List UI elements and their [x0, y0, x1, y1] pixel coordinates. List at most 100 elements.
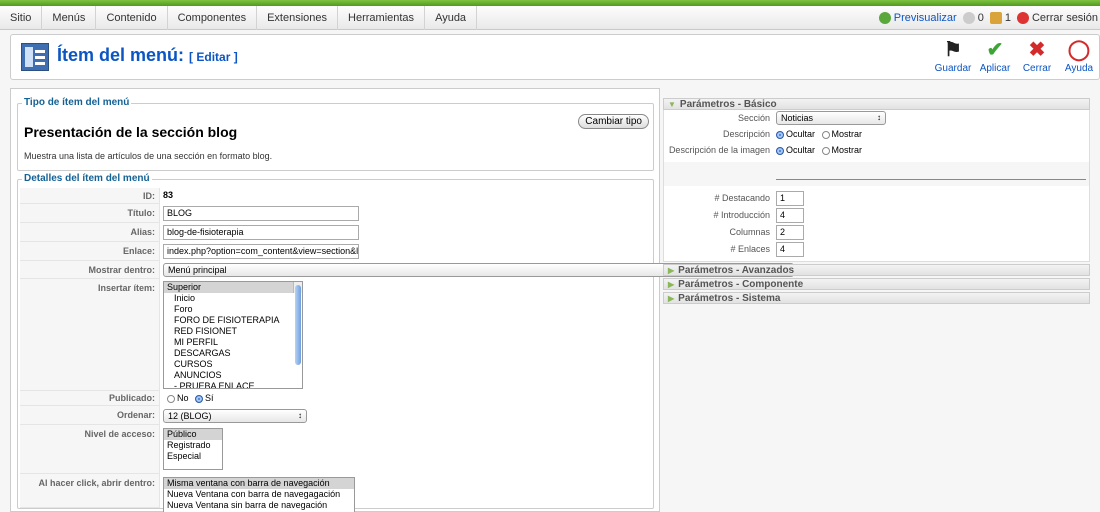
- arrow-right-icon: ▶: [668, 266, 675, 275]
- close-icon: ✖: [1028, 39, 1046, 61]
- toolbar-buttons: ⚑ Guardar ✔ Aplicar ✖ Cerrar ◯ Ayuda: [931, 39, 1099, 74]
- page-title: Ítem del menú: [ Editar ]: [57, 45, 238, 65]
- list-item[interactable]: Superior: [164, 282, 302, 293]
- menu-contenido[interactable]: Contenido: [96, 6, 168, 30]
- link-label: Enlace:: [20, 242, 160, 261]
- param-columns-row: Columnas 2: [664, 224, 1089, 240]
- check-icon: ✔: [986, 39, 1004, 61]
- menu-componentes[interactable]: Componentes: [168, 6, 258, 30]
- param-intro-input[interactable]: 4: [776, 208, 804, 223]
- menu-extensiones[interactable]: Extensiones: [257, 6, 339, 30]
- parameters-panel: ▼Parámetros - Básico Sección Noticias De…: [663, 98, 1090, 306]
- click-target-listbox[interactable]: Misma ventana con barra de navegación Nu…: [163, 477, 355, 512]
- list-item[interactable]: Especial: [164, 451, 222, 462]
- access-listbox[interactable]: Público Registrado Especial: [163, 428, 223, 470]
- param-separator-row: [664, 162, 1089, 186]
- title-label: Título:: [20, 204, 160, 223]
- desc-hide-radio[interactable]: [776, 130, 784, 139]
- menu-item-icon: [21, 43, 49, 71]
- published-label: Publicado:: [20, 391, 160, 406]
- list-item[interactable]: CURSOS: [164, 359, 302, 370]
- toolbar: Ítem del menú: [ Editar ] ⚑ Guardar ✔ Apli…: [10, 34, 1100, 80]
- param-description-row: Descripción Ocultar Mostrar: [664, 126, 1089, 142]
- menu-ayuda[interactable]: Ayuda: [425, 6, 478, 30]
- imgdesc-show-radio[interactable]: [821, 146, 830, 155]
- menu-herramientas[interactable]: Herramientas: [338, 6, 426, 30]
- order-select[interactable]: 12 (BLOG): [163, 409, 307, 423]
- preview-icon[interactable]: [878, 12, 891, 24]
- save-icon: ⚑: [944, 39, 962, 61]
- list-item[interactable]: Público: [164, 429, 222, 440]
- param-imgdesc-radios: Ocultar Mostrar: [776, 145, 862, 155]
- params-basic-header[interactable]: ▼ Parámetros - Básico: [663, 98, 1090, 110]
- row-show-in: Mostrar dentro: Menú principal: [20, 261, 794, 279]
- insert-listbox[interactable]: Superior Inicio Foro FORO DE FISIOTERAPI…: [163, 281, 303, 389]
- published-no-label: No: [177, 393, 189, 403]
- scrollbar-thumb[interactable]: [295, 285, 301, 365]
- param-links-row: # Enlaces 4: [664, 241, 1089, 257]
- list-item[interactable]: Misma ventana con barra de navegación: [164, 478, 354, 489]
- param-columns-label: Columnas: [729, 227, 770, 237]
- messages-icon[interactable]: [989, 12, 1002, 24]
- list-item[interactable]: RED FISIONET: [164, 326, 302, 337]
- param-imgdesc-row: Descripción de la imagen Ocultar Mostrar: [664, 142, 1089, 158]
- logout-link[interactable]: Cerrar sesión: [1032, 6, 1098, 30]
- params-advanced-header[interactable]: ▶ Parámetros - Avanzados: [663, 264, 1090, 276]
- published-yes-radio[interactable]: [195, 394, 204, 403]
- status-area: Previsualizar 0 1 Cerrar sesión: [873, 6, 1098, 30]
- alias-input[interactable]: blog-de-fisioterapia: [163, 225, 359, 240]
- params-component-header[interactable]: ▶ Parámetros - Componente: [663, 278, 1090, 290]
- list-item[interactable]: FORO DE FISIOTERAPIA: [164, 315, 302, 326]
- menu-menus[interactable]: Menús: [42, 6, 97, 30]
- param-columns-input[interactable]: 2: [776, 225, 804, 240]
- change-type-button[interactable]: Cambiar tipo: [578, 114, 649, 129]
- users-icon: [962, 12, 975, 24]
- desc-show-radio[interactable]: [821, 130, 830, 139]
- list-item[interactable]: Foro: [164, 304, 302, 315]
- params-basic-body: Sección Noticias Descripción Ocultar Mos…: [663, 110, 1090, 262]
- list-item[interactable]: ANUNCIOS: [164, 370, 302, 381]
- param-section-select[interactable]: Noticias: [776, 111, 886, 125]
- list-item[interactable]: Inicio: [164, 293, 302, 304]
- link-input[interactable]: index.php?option=com_content&view=sectio…: [163, 244, 359, 259]
- title-input[interactable]: BLOG: [163, 206, 359, 221]
- param-intro-row: # Introducción 4: [664, 207, 1089, 223]
- list-item[interactable]: - PRUEBA ENLACE: [164, 381, 302, 388]
- param-links-input[interactable]: 4: [776, 242, 804, 257]
- published-no-radio[interactable]: [167, 394, 175, 403]
- logout-icon[interactable]: [1016, 12, 1029, 24]
- id-value: 83: [163, 190, 174, 200]
- show-in-label: Mostrar dentro:: [20, 261, 160, 279]
- save-button[interactable]: ⚑ Guardar: [933, 39, 973, 74]
- list-item[interactable]: Nueva Ventana con barra de navegagación: [164, 489, 354, 500]
- row-id: ID: 83: [20, 188, 651, 204]
- id-label: ID:: [20, 188, 160, 204]
- params-system-header[interactable]: ▶ Parámetros - Sistema: [663, 292, 1090, 304]
- list-item[interactable]: Registrado: [164, 440, 222, 451]
- list-item[interactable]: DESCARGAS: [164, 348, 302, 359]
- row-link: Enlace: index.php?option=com_content&vie…: [20, 242, 651, 261]
- close-button[interactable]: ✖ Cerrar: [1017, 39, 1057, 74]
- details-fieldset: Detalles del ítem del menú ID: 83 Título…: [17, 173, 794, 512]
- param-featured-input[interactable]: 1: [776, 191, 804, 206]
- param-intro-label: # Introducción: [713, 210, 770, 220]
- apply-button[interactable]: ✔ Aplicar: [975, 39, 1015, 74]
- published-radios: No Sí: [163, 393, 214, 403]
- row-title: Título: BLOG: [20, 204, 651, 223]
- menu-sitio[interactable]: Sitio: [0, 6, 43, 30]
- left-panel: Tipo de ítem del menú Presentación de la…: [10, 88, 794, 512]
- help-button[interactable]: ◯ Ayuda: [1059, 39, 1099, 74]
- param-featured-label: # Destacando: [714, 193, 770, 203]
- menu-type-legend: Tipo de ítem del menú: [22, 97, 132, 109]
- published-yes-label: Sí: [205, 393, 214, 403]
- insert-scrollbar[interactable]: [293, 282, 302, 365]
- imgdesc-hide-radio[interactable]: [776, 146, 784, 155]
- row-access: Nivel de acceso: Público Registrado Espe…: [20, 425, 651, 474]
- list-item[interactable]: MI PERFIL: [164, 337, 302, 348]
- order-label: Ordenar:: [20, 406, 160, 425]
- param-description-radios: Ocultar Mostrar: [776, 129, 862, 139]
- message-count: 1: [1004, 12, 1011, 24]
- list-item[interactable]: Nueva Ventana sin barra de navegación: [164, 500, 354, 511]
- preview-link[interactable]: Previsualizar: [894, 6, 957, 30]
- alias-label: Alias:: [20, 223, 160, 242]
